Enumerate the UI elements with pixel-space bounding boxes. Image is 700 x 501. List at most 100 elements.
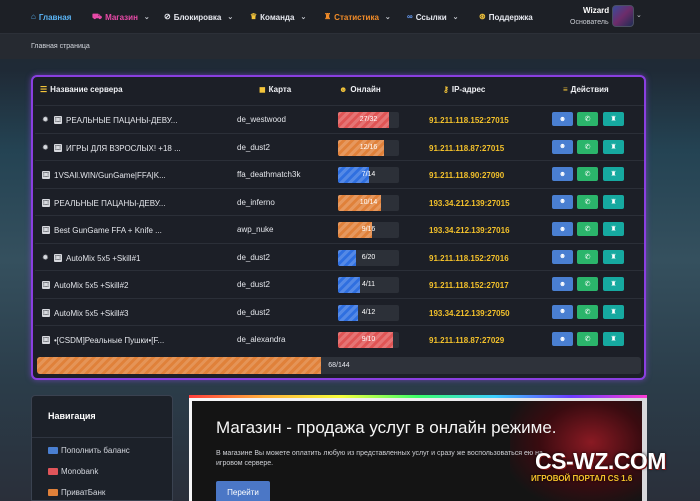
row-icons: ⬚ bbox=[42, 336, 50, 344]
players-button[interactable]: ☻ bbox=[552, 139, 573, 154]
sidebar-item-privatbank[interactable]: ПриватБанк bbox=[48, 488, 105, 497]
nav-bans[interactable]: ⊘ Блокировка ⌄ bbox=[164, 10, 233, 24]
row-icons: ⬚ bbox=[42, 308, 50, 317]
players-button[interactable]: ☻ bbox=[552, 304, 573, 319]
phone-icon: ✆ bbox=[584, 226, 591, 233]
connect-button[interactable]: ✆ bbox=[577, 112, 598, 126]
phone-icon: ✆ bbox=[584, 171, 591, 178]
table-row: ⬚ •[CSDM]Реальные Пушки•[F... de_alexandra… bbox=[35, 325, 644, 352]
link-icon: ∞ bbox=[407, 12, 413, 21]
total-online-bar: 68/144 bbox=[37, 357, 641, 374]
nav-links[interactable]: ∞ Ссылки ⌄ bbox=[407, 10, 459, 24]
chevron-down-icon: ⌄ bbox=[300, 14, 307, 21]
nav-team[interactable]: ♛ Команда ⌄ bbox=[250, 10, 306, 24]
gear-icon: ✹ bbox=[42, 115, 49, 124]
top-players-button[interactable]: ♜ bbox=[603, 332, 624, 346]
server-map: de_dust2 bbox=[237, 280, 270, 289]
wallet-icon bbox=[48, 447, 58, 454]
avatar[interactable] bbox=[612, 5, 634, 27]
game-icon: ⬚ bbox=[54, 253, 62, 262]
connect-button[interactable]: ✆ bbox=[577, 167, 598, 181]
top-players-button[interactable]: ♜ bbox=[603, 112, 624, 126]
server-ip[interactable]: 91.211.118.87:27029 bbox=[429, 336, 504, 345]
top-players-button[interactable]: ♜ bbox=[603, 139, 624, 154]
trophy-icon: ♜ bbox=[610, 336, 617, 343]
top-players-button[interactable]: ♜ bbox=[603, 304, 624, 319]
chevron-down-icon: ⌄ bbox=[227, 14, 234, 21]
column-header-online-label: Онлайн bbox=[350, 85, 381, 94]
nav-support[interactable]: ⊛ Поддержка bbox=[479, 10, 533, 24]
connect-button[interactable]: ✆ bbox=[577, 304, 598, 319]
users-icon: ☻ bbox=[558, 170, 567, 178]
trophy-icon: ♜ bbox=[610, 226, 617, 233]
nav-stats[interactable]: ♜ Статистика ⌄ bbox=[324, 10, 391, 24]
server-ip[interactable]: 193.34.212.139:27016 bbox=[429, 226, 510, 235]
connect-button[interactable]: ✆ bbox=[577, 139, 598, 154]
connect-button[interactable]: ✆ bbox=[577, 332, 598, 346]
trophy-icon: ♜ bbox=[610, 171, 617, 178]
server-name[interactable]: Best GunGame FFA + Knife ... bbox=[54, 226, 162, 235]
sidebar-item-topup[interactable]: Пополнить баланс bbox=[48, 446, 130, 455]
server-map: de_dust2 bbox=[237, 252, 270, 262]
top-players-button[interactable]: ♜ bbox=[603, 167, 624, 181]
nav-home[interactable]: ⌂ Главная bbox=[31, 10, 71, 24]
online-count: 4/11 bbox=[361, 281, 376, 288]
banner-title: Магазин - продажа услуг в онлайн режиме. bbox=[216, 418, 557, 437]
phone-icon: ✆ bbox=[584, 308, 591, 316]
table-row: ⬚ AutoMix 5x5 +Skill#2 de_dust2 4/11 91.211.… bbox=[35, 270, 644, 297]
banner-go-button[interactable]: Перейти bbox=[216, 481, 270, 501]
chevron-down-icon: ⌄ bbox=[384, 14, 391, 21]
brand-logo: CS-WZ.COM ИГРОВОЙ ПОРТАЛ CS 1.6 bbox=[531, 448, 685, 488]
server-ip[interactable]: 91.211.118.87:27015 bbox=[429, 144, 504, 153]
table-row: ✹ ⬚ ИГРЫ ДЛЯ ВЗРОСЛЫХ! +18 ... de_dust2 12/1… bbox=[35, 132, 644, 160]
server-ip[interactable]: 193.34.212.139:27050 bbox=[429, 309, 510, 318]
players-button[interactable]: ☻ bbox=[552, 249, 573, 264]
user-name[interactable]: Wizard bbox=[583, 6, 609, 15]
phone-icon: ✆ bbox=[584, 198, 591, 206]
chevron-down-icon[interactable]: ⌄ bbox=[636, 11, 642, 19]
nav-shop[interactable]: ⛟ Магазин ⌄ bbox=[92, 10, 150, 24]
online-bar: 6/20 bbox=[338, 249, 399, 266]
server-name[interactable]: ИГРЫ ДЛЯ ВЗРОСЛЫХ! +18 ... bbox=[66, 144, 181, 153]
nav-home-label: Главная bbox=[38, 12, 72, 22]
players-button[interactable]: ☻ bbox=[552, 112, 573, 126]
brand-logo-subtitle: ИГРОВОЙ ПОРТАЛ CS 1.6 bbox=[531, 474, 633, 483]
server-name[interactable]: AutoMix 5x5 +Skill#3 bbox=[54, 309, 128, 318]
users-icon: ☻ bbox=[558, 198, 567, 205]
server-name[interactable]: РЕАЛЬНЫЕ ПАЦАНЫ-ДЕВУ... bbox=[54, 199, 165, 208]
row-icons: ⬚ bbox=[42, 171, 50, 179]
server-name[interactable]: AutoMix 5x5 +Skill#1 bbox=[66, 254, 140, 263]
column-header-online: ☻ Онлайн bbox=[339, 85, 381, 94]
top-players-button[interactable]: ♜ bbox=[603, 222, 624, 236]
table-row: ✹ ⬚ РЕАЛЬНЫЕ ПАЦАНЫ-ДЕВУ... de_westwood 27/3… bbox=[35, 105, 644, 132]
card-icon bbox=[48, 489, 58, 496]
players-button[interactable]: ☻ bbox=[552, 194, 573, 209]
server-ip[interactable]: 91.211.118.90:27090 bbox=[429, 171, 504, 180]
connect-button[interactable]: ✆ bbox=[577, 222, 598, 236]
server-name[interactable]: РЕАЛЬНЫЕ ПАЦАНЫ-ДЕВУ... bbox=[66, 116, 177, 125]
row-icons: ✹ ⬚ bbox=[42, 253, 62, 262]
server-ip[interactable]: 91.211.118.152:27017 bbox=[429, 281, 509, 290]
top-players-button[interactable]: ♜ bbox=[603, 249, 624, 264]
server-ip[interactable]: 193.34.212.139:27015 bbox=[429, 199, 510, 208]
server-name[interactable]: AutoMix 5x5 +Skill#2 bbox=[54, 281, 128, 290]
table-row: ✹ ⬚ AutoMix 5x5 +Skill#1 de_dust2 6/20 91.211… bbox=[35, 242, 644, 270]
players-button[interactable]: ☻ bbox=[552, 167, 573, 181]
connect-button[interactable]: ✆ bbox=[577, 277, 598, 291]
connect-button[interactable]: ✆ bbox=[577, 249, 598, 264]
connect-button[interactable]: ✆ bbox=[577, 194, 598, 209]
table-row: ⬚ РЕАЛЬНЫЕ ПАЦАНЫ-ДЕВУ... de_inferno 10/14 1… bbox=[35, 187, 644, 215]
total-online-label: 68/144 bbox=[328, 362, 350, 369]
sidebar-item-monobank[interactable]: Monobank bbox=[48, 467, 98, 476]
row-icons: ✹ ⬚ bbox=[42, 116, 62, 124]
server-name[interactable]: •[CSDM]Реальные Пушки•[F... bbox=[54, 336, 164, 345]
gear-icon: ✹ bbox=[42, 142, 49, 152]
players-button[interactable]: ☻ bbox=[552, 277, 573, 291]
players-button[interactable]: ☻ bbox=[552, 222, 573, 236]
top-players-button[interactable]: ♜ bbox=[603, 194, 624, 209]
server-ip[interactable]: 91.211.118.152:27015 bbox=[429, 116, 509, 125]
players-button[interactable]: ☻ bbox=[552, 332, 573, 346]
server-name[interactable]: 1VSAll.WIN/GunGame|FFA|K... bbox=[54, 171, 166, 180]
top-players-button[interactable]: ♜ bbox=[603, 277, 624, 291]
server-ip[interactable]: 91.211.118.152:27016 bbox=[429, 254, 509, 263]
